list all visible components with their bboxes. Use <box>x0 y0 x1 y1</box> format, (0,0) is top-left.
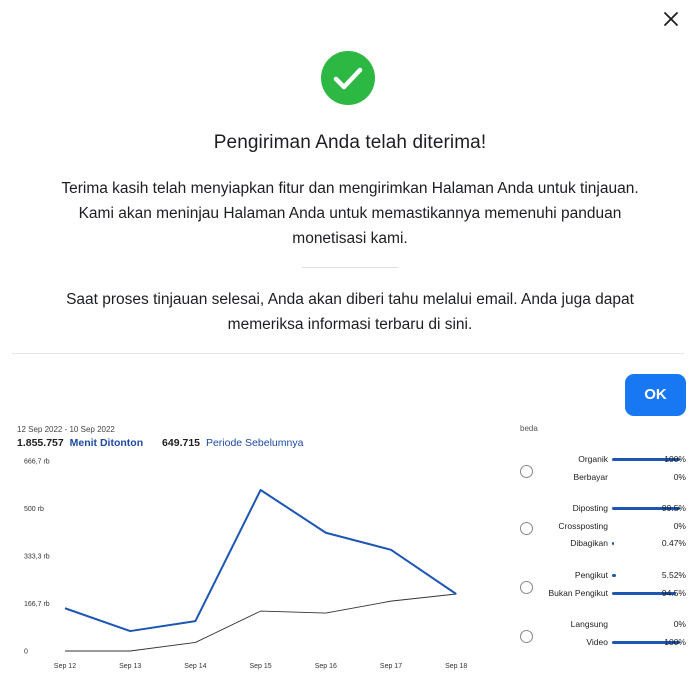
breakdown-title: beda <box>520 424 538 433</box>
breakdown-label: Video <box>586 636 608 647</box>
breakdown-percent: 0% <box>673 520 686 531</box>
check-circle-icon <box>321 51 375 105</box>
breakdown-row: Organik 100% <box>530 454 686 466</box>
confirmation-message: Terima kasih telah menyiapkan fitur dan … <box>20 176 680 251</box>
dialog-title: Pengiriman Anda telah diterima! <box>213 132 487 153</box>
primary-label: Menit Ditonton <box>69 437 144 449</box>
breakdown-label: Berbayar <box>573 471 609 482</box>
review-info-message: Saat proses tinjauan selesai, Anda akan … <box>20 287 680 337</box>
breakdown-percent: 100% <box>664 636 686 647</box>
breakdown-bar <box>612 574 616 577</box>
x-tick-label: Sep 12 <box>54 663 76 670</box>
breakdown-percent: 0% <box>673 619 686 629</box>
x-tick-label: Sep 14 <box>184 663 206 670</box>
breakdown-label: Diposting <box>572 503 608 513</box>
secondary-value: 649.715 <box>162 437 201 449</box>
breakdown-label: Organik <box>578 454 608 464</box>
breakdown-row: Berbayar 0% <box>530 471 687 484</box>
message-line: Kami akan meninjau Halaman Anda untuk me… <box>78 205 622 222</box>
y-tick-label: 333,3 rb <box>24 554 50 561</box>
section-divider <box>12 353 684 354</box>
breakdown-percent: 5.52% <box>661 570 686 580</box>
checkmark-icon <box>333 67 363 90</box>
y-tick-label: 0 <box>24 649 28 656</box>
breakdown-label: Dibagikan <box>570 538 608 548</box>
breakdown-row: Video 100% <box>530 637 686 649</box>
divider <box>302 267 398 268</box>
breakdown-row: Diposting 99.5% <box>530 503 686 515</box>
x-tick-label: Sep 13 <box>119 663 141 670</box>
date-range: 12 Sep 2022 - 10 Sep 2022 <box>17 425 115 434</box>
breakdown-row: Dibagikan 0.47% <box>530 538 686 550</box>
x-tick-label: Sep 15 <box>250 663 272 670</box>
message-line: memeriksa informasi terbaru di sini. <box>227 316 473 333</box>
breakdown-label: Pengikut <box>574 570 608 580</box>
close-icon[interactable] <box>660 8 682 30</box>
breakdown-row: Bukan Pengikut 94.5% <box>530 588 686 600</box>
message-line: Saat proses tinjauan selesai, Anda akan … <box>66 291 634 308</box>
breakdown-bar <box>612 542 614 545</box>
breakdown-label: Crossposting <box>558 520 608 531</box>
y-tick-label: 500 rb <box>24 506 44 513</box>
message-line: monetisasi kami. <box>292 230 408 247</box>
ok-button[interactable]: OK <box>625 374 686 416</box>
breakdown-row: Pengikut 5.52% <box>530 570 686 582</box>
breakdown-label: Langsung <box>570 619 608 629</box>
line-chart: 0 166,7 rb 333,3 rb 500 rb 666,7 rb Sep 12 Sep… <box>24 459 467 671</box>
breakdown-row: Crossposting 0% <box>530 521 686 533</box>
y-tick-label: 166,7 rb <box>24 601 50 608</box>
series-line-previous <box>65 593 457 652</box>
close-button[interactable] <box>660 8 682 30</box>
secondary-label: Periode Sebelumnya <box>205 437 304 449</box>
breakdown-row: Langsung 0% <box>530 619 686 631</box>
breakdown-percent: 0.47% <box>661 538 686 548</box>
y-tick-label: 666,7 rb <box>24 459 50 466</box>
breakdown-percent: 99.5% <box>661 503 686 513</box>
x-tick-label: Sep 16 <box>315 663 337 670</box>
message-line: Terima kasih telah menyiapkan fitur dan … <box>61 180 639 197</box>
series-line-primary <box>64 488 457 633</box>
primary-value: 1.855.757 <box>17 437 64 449</box>
x-tick-label: Sep 18 <box>445 663 467 670</box>
breakdown-percent: 94.5% <box>661 587 686 598</box>
breakdown-percent: 100% <box>664 454 686 464</box>
breakdown-label: Bukan Pengikut <box>548 587 608 598</box>
x-tick-label: Sep 17 <box>380 663 402 670</box>
breakdown-percent: 0% <box>673 471 686 482</box>
stats-summary: 1.855.757 Menit Ditonton 649.715 Periode… <box>17 437 303 449</box>
